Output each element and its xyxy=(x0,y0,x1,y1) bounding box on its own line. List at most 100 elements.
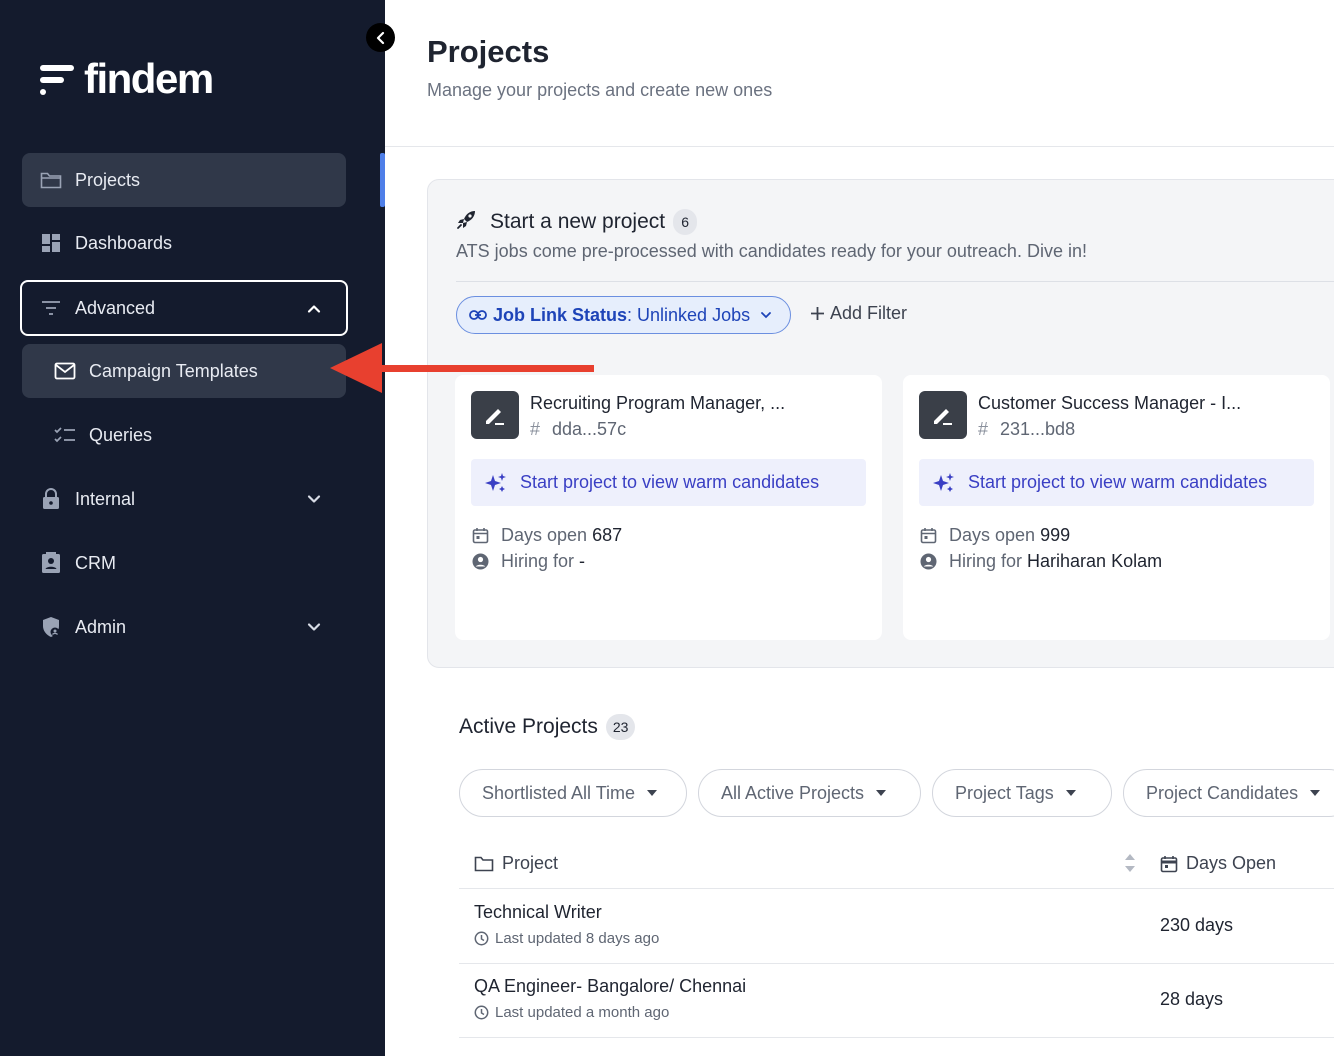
sidebar-item-queries[interactable]: Queries xyxy=(22,408,346,462)
clock-icon xyxy=(474,1005,489,1020)
job-card[interactable]: Customer Success Manager - I... # 231...… xyxy=(903,375,1330,640)
dropdown-label: Project Tags xyxy=(955,782,1054,803)
sidebar-item-label: Campaign Templates xyxy=(89,360,258,381)
job-title: Recruiting Program Manager, ... xyxy=(530,393,786,413)
dropdown-label: All Active Projects xyxy=(721,782,865,803)
chevron-left-icon xyxy=(376,31,384,44)
contact-card-icon xyxy=(40,552,62,574)
lock-icon xyxy=(40,488,62,510)
shortlisted-dropdown[interactable]: Shortlisted All Time xyxy=(459,769,687,817)
sidebar-item-label: Advanced xyxy=(75,297,156,318)
new-project-header: Start a new project 6 xyxy=(456,208,698,235)
project-candidates-dropdown[interactable]: Project Candidates xyxy=(1123,769,1334,817)
sort-icon[interactable] xyxy=(1123,853,1137,878)
add-filter-button[interactable]: Add Filter xyxy=(810,303,907,324)
sidebar-item-crm[interactable]: CRM xyxy=(22,536,346,590)
days-open-row: Days open 999 xyxy=(920,525,1070,546)
mail-icon xyxy=(54,360,76,382)
calendar-icon xyxy=(1160,855,1178,873)
plus-icon xyxy=(810,306,825,321)
edit-pen-icon xyxy=(471,391,519,439)
sidebar-item-label: Dashboards xyxy=(75,232,173,253)
logo-mark-icon xyxy=(40,61,74,97)
sparkle-icon xyxy=(484,471,508,495)
days-open-value: 999 xyxy=(1040,525,1071,545)
days-open-value: 687 xyxy=(592,525,623,545)
page-subtitle: Manage your projects and create new ones xyxy=(427,80,773,100)
project-name-link[interactable]: QA Engineer- Bangalore/ Chennai xyxy=(474,976,746,997)
sidebar: findem Projects Dashboards Advanced Camp… xyxy=(0,0,385,1056)
job-card[interactable]: Recruiting Program Manager, ... # dda...… xyxy=(455,375,882,640)
annotation-arrow-icon xyxy=(330,343,594,393)
table-header-divider xyxy=(459,888,1334,889)
column-header-label: Days Open xyxy=(1186,853,1277,873)
project-name-link[interactable]: Technical Writer xyxy=(474,902,602,923)
start-project-label: Start project to view warm candidates xyxy=(968,472,1268,492)
days-open-cell: 230 days xyxy=(1160,915,1234,935)
job-link-status-filter-chip[interactable]: Job Link Status: Unlinked Jobs xyxy=(456,296,792,334)
folder-icon xyxy=(474,856,494,872)
collapse-sidebar-button[interactable] xyxy=(366,23,395,52)
add-filter-label: Add Filter xyxy=(830,303,908,323)
clock-icon xyxy=(474,931,489,946)
filter-icon xyxy=(40,297,62,319)
logo-text: findem xyxy=(84,55,214,102)
new-project-count-badge: 6 xyxy=(673,208,698,235)
hiring-for-value: Hariharan Kolam xyxy=(1027,551,1163,571)
sidebar-item-advanced[interactable]: Advanced xyxy=(20,280,348,336)
new-project-subtitle: ATS jobs come pre-processed with candida… xyxy=(456,241,1087,261)
dropdown-label: Project Candidates xyxy=(1146,782,1299,803)
sidebar-item-label: Internal xyxy=(75,488,136,509)
caret-down-icon xyxy=(1065,790,1076,796)
column-header-days-open[interactable]: Days Open xyxy=(1160,853,1276,874)
caret-down-icon xyxy=(876,790,887,796)
sidebar-item-internal[interactable]: Internal xyxy=(22,472,346,526)
chevron-up-icon xyxy=(304,299,324,319)
job-id: # dda...57c xyxy=(530,419,626,440)
sidebar-item-dashboards[interactable]: Dashboards xyxy=(22,216,346,270)
caret-down-icon xyxy=(647,790,658,796)
project-status-dropdown[interactable]: All Active Projects xyxy=(698,769,921,817)
table-row-divider xyxy=(459,963,1334,964)
active-projects-count-badge: 23 xyxy=(605,714,636,740)
new-project-title: Start a new project xyxy=(490,209,666,233)
sidebar-item-label: Admin xyxy=(75,616,127,637)
start-project-button[interactable]: Start project to view warm candidates xyxy=(919,459,1314,506)
sidebar-item-campaign-templates[interactable]: Campaign Templates xyxy=(22,344,346,398)
project-tags-dropdown[interactable]: Project Tags xyxy=(932,769,1112,817)
start-project-button[interactable]: Start project to view warm candidates xyxy=(471,459,866,506)
filter-value: Unlinked Jobs xyxy=(632,304,751,325)
column-header-label: Project xyxy=(502,853,559,873)
folder-icon xyxy=(40,169,62,191)
column-header-project[interactable]: Project xyxy=(474,853,558,874)
hiring-for-row: Hiring for Hariharan Kolam xyxy=(920,551,1162,572)
page-title: Projects xyxy=(427,34,550,69)
hash-icon: # xyxy=(978,419,989,439)
sidebar-item-admin[interactable]: Admin xyxy=(22,600,346,654)
days-open-label: Days open xyxy=(501,525,588,545)
chevron-down-icon xyxy=(304,489,324,509)
days-open-row: Days open 687 xyxy=(472,525,622,546)
job-id: # 231...bd8 xyxy=(978,419,1075,440)
sidebar-item-label: Projects xyxy=(75,169,141,190)
last-updated-text: Last updated 8 days ago xyxy=(495,930,660,947)
active-projects-header: Active Projects 23 xyxy=(459,714,636,740)
chevron-down-icon xyxy=(304,617,324,637)
sidebar-item-projects[interactable]: Projects xyxy=(22,153,346,207)
table-row-divider xyxy=(459,1037,1334,1038)
new-project-panel: Start a new project 6 ATS jobs come pre-… xyxy=(427,179,1334,668)
user-circle-icon xyxy=(920,553,937,570)
calendar-icon xyxy=(472,527,489,544)
sidebar-item-label: CRM xyxy=(75,552,116,573)
days-open-cell: 28 days xyxy=(1160,989,1224,1009)
last-updated-text: Last updated a month ago xyxy=(495,1004,670,1021)
new-project-divider xyxy=(456,281,1334,282)
findem-logo[interactable]: findem xyxy=(40,55,214,102)
link-icon xyxy=(469,309,487,321)
dashboard-icon xyxy=(40,232,62,254)
days-open-label: Days open xyxy=(949,525,1036,545)
active-projects-title: Active Projects xyxy=(459,715,598,738)
last-updated: Last updated a month ago xyxy=(474,1004,669,1021)
sidebar-item-label: Queries xyxy=(89,424,153,445)
main-content: Projects Manage your projects and create… xyxy=(385,0,1334,1056)
